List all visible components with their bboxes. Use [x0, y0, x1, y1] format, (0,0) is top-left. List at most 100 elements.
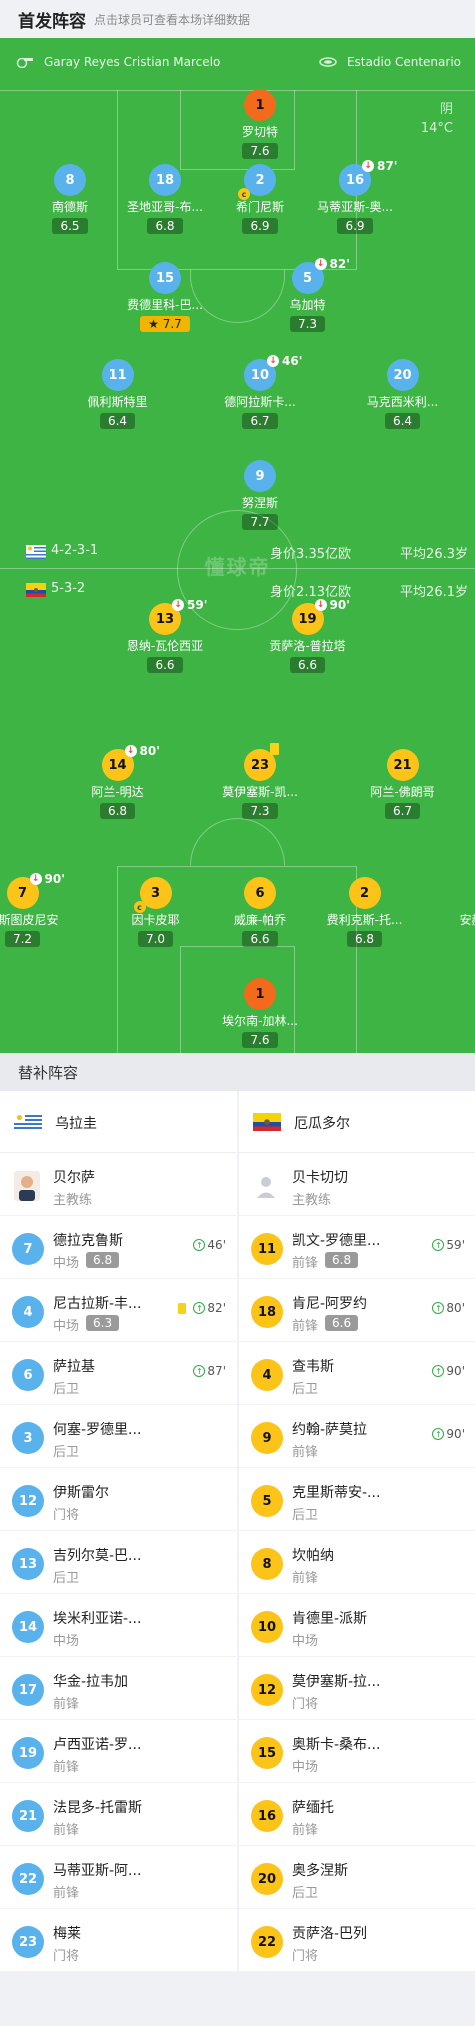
player-number: 10	[250, 367, 270, 383]
player-name: 努涅斯	[241, 496, 278, 510]
sub-name: 凯文-罗德里...	[292, 1233, 381, 1249]
away-player[interactable]: 3 c 因卡皮耶 7.0	[96, 877, 216, 947]
sub-position: 门将	[292, 1949, 319, 1964]
sub-player-row[interactable]: 18 肯尼-阿罗约 前锋 6.6 ↑ 80'	[239, 1279, 475, 1342]
player-rating-value: 6.9	[345, 219, 365, 233]
player-rating-value: 7.7	[250, 515, 270, 529]
away-player[interactable]: 7↓90' 埃斯图皮尼安 7.2	[0, 872, 83, 947]
sub-player-row[interactable]: 7 德拉克鲁斯 中场 6.8 ↑ 46'	[0, 1216, 236, 1279]
lineup-header: 首发阵容 点击球员可查看本场详细数据	[0, 0, 475, 38]
home-player[interactable]: 20 马克西米利... 6.4	[343, 359, 463, 429]
sub-player-row[interactable]: 12 伊斯雷尔 门将	[0, 1468, 236, 1531]
home-player[interactable]: 15 费德里科-巴... ★ 7.7	[105, 262, 225, 332]
sub-name: 德拉克鲁斯	[53, 1233, 123, 1249]
sub-player-row[interactable]: 11 凯文-罗德里... 前锋 6.8 ↑ 59'	[239, 1216, 475, 1279]
player-rating: 7.3	[242, 803, 278, 819]
player-number-badge: 11	[101, 359, 134, 391]
sub-player-row[interactable]: 22 马蒂亚斯-阿... 前锋	[0, 1846, 236, 1909]
sub-name: 莫伊塞斯-拉...	[292, 1674, 381, 1690]
sub-player-row[interactable]: 14 埃米利亚诺-... 中场	[0, 1594, 236, 1657]
sub-player-row[interactable]: 10 肯德里-派斯 中场	[239, 1594, 475, 1657]
sub-player-row[interactable]: 8 坎帕纳 前锋	[239, 1531, 475, 1594]
home-player[interactable]: 9 努涅斯 7.7	[200, 460, 320, 530]
sub-player-row[interactable]: 16 萨缅托 前锋	[239, 1783, 475, 1846]
sub-player-row[interactable]: 19 卢西亚诺-罗... 前锋	[0, 1720, 236, 1783]
away-player[interactable]: 21 阿兰-佛朗哥 6.7	[343, 749, 463, 819]
player-name: 费利克斯-托...	[326, 913, 403, 927]
sub-player-row[interactable]: 6 萨拉基 后卫 ↑ 87'	[0, 1342, 236, 1405]
sub-player-row[interactable]: 3 何塞-罗德里... 后卫	[0, 1405, 236, 1468]
away-player[interactable]: 14 ↓ 80' 阿兰-明达 6.8	[58, 744, 178, 819]
player-name: 乌加特	[289, 298, 326, 312]
player-rating-value: 6.4	[107, 414, 128, 428]
player-rating-value: 6.8	[354, 932, 375, 946]
sub-player-row[interactable]: 12 莫伊塞斯-拉... 门将	[239, 1657, 475, 1720]
referee-name: Garay Reyes Cristian Marcelo	[44, 55, 221, 69]
sub-player-row[interactable]: 17 华金-拉韦加 前锋	[0, 1657, 236, 1720]
away-coach-row[interactable]: 贝卡切切 主教练	[239, 1153, 475, 1216]
sub-in-icon: ↑	[432, 1239, 445, 1251]
player-number: 21	[393, 757, 412, 773]
sub-number: 9	[251, 1422, 283, 1454]
home-player[interactable]: 16 ↓ 87' 马蒂亚斯-奥... 6.9	[295, 159, 415, 234]
sub-in-icon: ↑	[432, 1428, 445, 1440]
away-player[interactable]: 23 莫伊塞斯-凯... 7.3	[200, 743, 320, 819]
sub-number: 11	[251, 1233, 283, 1265]
sub-name: 马蒂亚斯-阿...	[53, 1863, 142, 1879]
sub-name: 吉列尔莫-巴...	[53, 1548, 142, 1564]
player-rating: 6.6	[289, 657, 326, 673]
sub-player-row[interactable]: 5 克里斯蒂安-... 后卫	[239, 1468, 475, 1531]
away-player[interactable]: 6 威廉-帕乔 6.6	[200, 877, 320, 947]
home-player[interactable]: 10 ↓ 46' 德阿拉斯卡... 6.7	[200, 354, 320, 429]
player-rating: 6.8	[147, 218, 183, 234]
home-player[interactable]: 11 佩利斯特里 6.4	[58, 359, 178, 429]
sub-player-row[interactable]: 21 法昆多-托雷斯 前锋	[0, 1783, 236, 1846]
player-rating-value: 6.8	[107, 804, 128, 818]
sub-player-row[interactable]: 4 查韦斯 后卫 ↑ 90'	[239, 1342, 475, 1405]
player-number-badge: 23	[244, 743, 279, 781]
sub-player-row[interactable]: 20 奥多涅斯 后卫	[239, 1846, 475, 1909]
away-subs-column: 厄瓜多尔 贝卡切切 主教练 11 凯文-罗德里... 前锋 6.8 ↑ 59' 18 肯尼-阿…	[239, 1091, 475, 1972]
ecuador-flag-icon	[253, 1113, 281, 1131]
home-coach-row[interactable]: 贝尔萨 主教练	[0, 1153, 236, 1216]
stadium-name: Estadio Centenario	[346, 55, 461, 69]
player-number: 19	[298, 611, 317, 627]
player-rating-value: 7.0	[145, 932, 166, 946]
sub-in-minute: 87'	[207, 1364, 226, 1378]
away-player[interactable]: 13 ↓ 59' 恩纳-瓦伦西亚 6.6	[105, 598, 225, 673]
player-number: 1	[255, 97, 265, 113]
sub-player-row[interactable]: 23 梅莱 门将	[0, 1909, 236, 1972]
player-name: 安赫洛-普雷...	[459, 913, 475, 927]
sub-position: 前锋	[53, 1697, 80, 1712]
sub-name: 卢西亚诺-罗...	[53, 1737, 142, 1753]
sub-position: 前锋	[292, 1445, 319, 1460]
sub-in-marker: ↑ 82'	[178, 1301, 226, 1315]
sub-out-icon: ↓	[124, 745, 137, 757]
sub-player-row[interactable]: 13 吉列尔莫-巴... 后卫	[0, 1531, 236, 1594]
away-player[interactable]: 1 埃尔南-加林... 7.6	[200, 978, 320, 1048]
sub-player-row[interactable]: 15 奥斯卡-桑布... 中场	[239, 1720, 475, 1783]
away-player[interactable]: 17安赫洛-普雷...7.3	[438, 877, 475, 947]
sub-player-row[interactable]: 9 约翰-萨莫拉 前锋 ↑ 90'	[239, 1405, 475, 1468]
sub-player-row[interactable]: 4 尼古拉斯-丰... 中场 6.3 ↑ 82'	[0, 1279, 236, 1342]
player-rating-value: 6.5	[60, 219, 80, 233]
sub-number: 16	[251, 1800, 283, 1832]
sub-number: 5	[251, 1485, 283, 1517]
home-player[interactable]: 1 罗切特 7.6	[200, 89, 320, 159]
player-number-badge: 5 ↓ 82'	[291, 257, 350, 294]
sub-in-minute: 90'	[446, 1364, 465, 1378]
player-rating-value: 6.4	[392, 414, 413, 428]
sub-in-icon: ↑	[432, 1365, 445, 1377]
sub-player-row[interactable]: 22 贡萨洛-巴列 门将	[239, 1909, 475, 1972]
coach-avatar	[14, 1171, 40, 1201]
player-number: 16	[345, 172, 365, 188]
away-player[interactable]: 19 ↓ 90' 贡萨洛-普拉塔 6.6	[248, 598, 368, 673]
sub-position: 中场	[292, 1760, 319, 1775]
away-player[interactable]: 2 费利克斯-托... 6.8	[305, 877, 425, 947]
home-player[interactable]: 5 ↓ 82' 乌加特 7.3	[248, 257, 368, 332]
player-number: 20	[393, 367, 412, 383]
sub-out-marker: ↓ 87'	[362, 159, 397, 173]
sub-number: 8	[251, 1548, 283, 1580]
sub-in-icon: ↑	[432, 1302, 445, 1314]
home-formation: 4-2-3-1	[51, 543, 99, 558]
